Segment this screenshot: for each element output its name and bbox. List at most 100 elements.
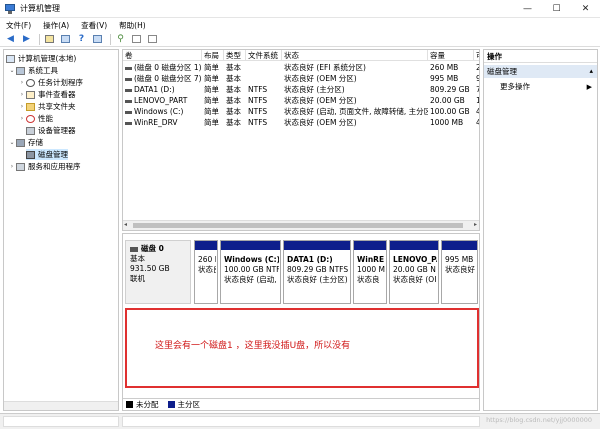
cell-type: 基本 (226, 74, 241, 83)
collapse-up-icon[interactable]: ▴ (589, 65, 593, 78)
partition-name: Windows (C:) (224, 255, 279, 264)
expand-arrow-icon[interactable]: › (18, 79, 26, 86)
clock-icon (26, 78, 35, 87)
table-row[interactable]: LENOVO_PART 简单 基本 NTFS 状态良好 (OEM 分区) 20.… (123, 96, 479, 106)
more-actions-item[interactable]: 更多操作 ▶ (484, 81, 597, 93)
cell-filesystem: NTFS (248, 107, 268, 116)
scrollbar-thumb[interactable] (133, 223, 463, 228)
tree-item-event-viewer[interactable]: › 事件查看器 (18, 89, 76, 100)
cell-capacity: 809.29 GB (430, 85, 470, 94)
tree-label: 存储 (28, 138, 43, 147)
scroll-right-icon[interactable]: ▸ (474, 221, 477, 228)
cell-capacity: 20.00 GB (430, 96, 465, 105)
partition-name: DATA1 (D:) (287, 255, 333, 264)
tree-label: 事件查看器 (38, 90, 76, 99)
column-header-capacity[interactable]: 容量 (428, 50, 474, 61)
expand-arrow-icon[interactable]: › (8, 163, 16, 170)
volume-list-horizontal-scrollbar[interactable]: ◂ ▸ (123, 220, 479, 230)
maximize-button[interactable]: ☐ (542, 0, 571, 18)
menu-file[interactable]: 文件(F) (6, 20, 31, 31)
tree-label: 系统工具 (28, 66, 58, 75)
partition-efi[interactable]: 260 M 状态良 (194, 240, 218, 304)
tree-label: 性能 (38, 114, 53, 123)
column-header-volume[interactable]: 卷 (123, 50, 202, 61)
tree-item-root[interactable]: 计算机管理(本地) (6, 53, 76, 64)
partition-size: 100.00 GB NTF (224, 265, 279, 274)
performance-icon (26, 114, 35, 123)
menu-help[interactable]: 帮助(H) (119, 20, 146, 31)
table-row[interactable]: (磁盘 0 磁盘分区 7) 简单 基本 状态良好 (OEM 分区) 995 MB… (123, 74, 479, 84)
cell-capacity: 260 MB (430, 63, 459, 72)
close-button[interactable]: ✕ (571, 0, 600, 18)
partition-oem[interactable]: 995 MB 状态良好 (441, 240, 478, 304)
volume-list-header: 卷 布局 类型 文件系统 状态 容量 可 (123, 50, 479, 61)
table-row[interactable]: WinRE_DRV 简单 基本 NTFS 状态良好 (OEM 分区) 1000 … (123, 118, 479, 128)
menu-view[interactable]: 查看(V) (81, 20, 107, 31)
collapse-arrow-icon[interactable]: ⌄ (8, 67, 16, 74)
cell-free: 7 (474, 85, 479, 95)
cell-filesystem: NTFS (248, 118, 268, 127)
check-icon[interactable] (130, 34, 143, 45)
column-header-type[interactable]: 类型 (224, 50, 246, 61)
column-header-filesystem[interactable]: 文件系统 (246, 50, 282, 61)
cell-type: 基本 (226, 107, 241, 116)
properties-icon[interactable] (91, 34, 104, 45)
tree-item-system-tools[interactable]: ⌄ 系统工具 (8, 65, 58, 76)
collapse-arrow-icon[interactable]: ⌄ (8, 139, 16, 146)
column-header-layout[interactable]: 布局 (202, 50, 224, 61)
partition-lenovo[interactable]: LENOVO_PA 20.00 GB N 状态良好 (OI (389, 240, 439, 304)
partition-size: 1000 M (357, 265, 385, 274)
cell-layout: 简单 (204, 107, 219, 116)
column-header-free[interactable]: 可 (474, 50, 479, 61)
tree-horizontal-scrollbar[interactable] (4, 401, 118, 410)
partition-winre[interactable]: WinRE 1000 M 状态良 (353, 240, 387, 304)
show-hide-tree-icon[interactable] (59, 34, 72, 45)
help-icon[interactable]: ? (75, 34, 88, 45)
cell-capacity: 995 MB (430, 74, 459, 83)
partition-windows-c[interactable]: Windows (C:) 100.00 GB NTF 状态良好 (启动, (220, 240, 281, 304)
disk-name: 磁盘 0 (141, 244, 164, 253)
actions-section-disk-management[interactable]: 磁盘管理 ▴ (484, 65, 597, 78)
scroll-left-icon[interactable]: ◂ (124, 221, 127, 228)
computer-icon (6, 54, 15, 63)
window-title: 计算机管理 (20, 4, 60, 13)
connect-icon[interactable]: ⚲ (114, 34, 127, 45)
tree-item-disk-management[interactable]: 磁盘管理 (26, 149, 68, 160)
tree-item-storage[interactable]: ⌄ 存储 (8, 137, 43, 148)
primary-partition-swatch (167, 401, 175, 408)
tree-item-task-scheduler[interactable]: › 任务计划程序 (18, 77, 83, 88)
tree-item-performance[interactable]: › 性能 (18, 113, 53, 124)
partition-data1-d[interactable]: DATA1 (D:) 809.29 GB NTFS 状态良好 (主分区) (283, 240, 351, 304)
table-row[interactable]: Windows (C:) 简单 基本 NTFS 状态良好 (启动, 页面文件, … (123, 107, 479, 117)
back-arrow-icon[interactable]: ◀ (4, 34, 17, 45)
document-icon[interactable] (146, 34, 159, 45)
column-header-status[interactable]: 状态 (282, 50, 428, 61)
tree-item-shared-folders[interactable]: › 共享文件夹 (18, 101, 76, 112)
expand-arrow-icon[interactable]: › (18, 115, 26, 122)
services-icon (16, 162, 25, 171)
partition-status: 状态良 (357, 275, 380, 284)
menu-action[interactable]: 操作(A) (43, 20, 69, 31)
watermark-text: https://blog.csdn.net/yjj0000000 (486, 416, 592, 424)
up-folder-icon[interactable] (43, 34, 56, 45)
table-row[interactable]: (磁盘 0 磁盘分区 1) 简单 基本 状态良好 (EFI 系统分区) 260 … (123, 63, 479, 73)
tree-item-services[interactable]: › 服务和应用程序 (8, 161, 81, 172)
tree-label: 计算机管理(本地) (18, 54, 77, 63)
cell-layout: 简单 (204, 85, 219, 94)
forward-arrow-icon[interactable]: ▶ (20, 34, 33, 45)
cell-layout: 简单 (204, 63, 219, 72)
cell-status: 状态良好 (OEM 分区) (284, 118, 357, 127)
expand-arrow-icon[interactable]: › (18, 91, 26, 98)
tree-item-device-manager[interactable]: 设备管理器 (18, 125, 76, 136)
disk-0-info[interactable]: 磁盘 0 基本 931.50 GB 联机 (125, 240, 191, 304)
menu-bar: 文件(F) 操作(A) 查看(V) 帮助(H) (0, 18, 600, 32)
toolbar-separator (110, 33, 111, 45)
partition-size: 995 MB (445, 255, 474, 264)
cell-free: 4 (474, 118, 479, 128)
expand-arrow-icon[interactable]: › (18, 103, 26, 110)
cell-status: 状态良好 (OEM 分区) (284, 96, 357, 105)
computer-management-icon (5, 3, 15, 14)
minimize-button[interactable]: — (513, 0, 542, 18)
title-bar: 计算机管理 — ☐ ✕ (0, 0, 600, 18)
table-row[interactable]: DATA1 (D:) 简单 基本 NTFS 状态良好 (主分区) 809.29 … (123, 85, 479, 95)
